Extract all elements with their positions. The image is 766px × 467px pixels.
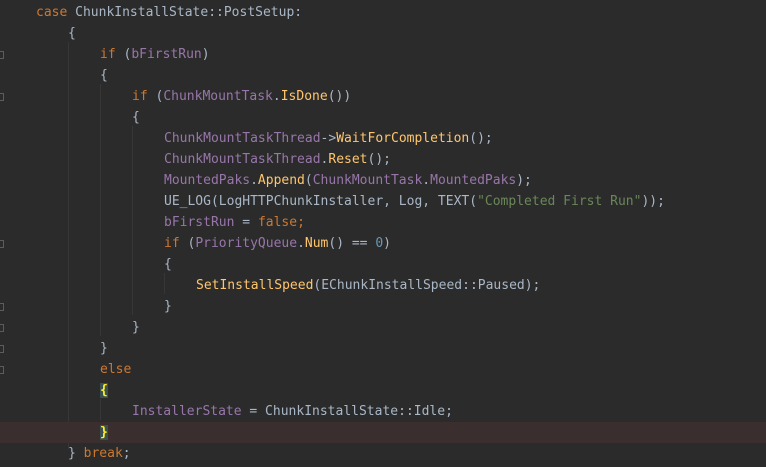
code-text: } [68, 446, 84, 461]
number-token: 0 [375, 236, 384, 251]
code-text: } [164, 299, 172, 314]
current-code-line[interactable]: } [0, 422, 766, 443]
code-text: . [297, 236, 305, 251]
code-text: = ChunkInstallState::Idle; [241, 404, 453, 419]
code-line[interactable]: } [0, 338, 766, 359]
code-text: ( [304, 173, 313, 188]
code-text: ); [516, 173, 532, 188]
code-line[interactable]: { [0, 23, 766, 44]
keyword-token: case [36, 5, 68, 20]
code-text: ( [179, 236, 196, 251]
code-line[interactable]: { [0, 254, 766, 275]
code-text: ( [147, 89, 164, 104]
code-line[interactable]: } break; [0, 443, 766, 464]
code-text: ; [122, 446, 131, 461]
code-line[interactable]: bFirstRun = false; [0, 212, 766, 233]
code-line[interactable]: InstallerState = ChunkInstallState::Idle… [0, 401, 766, 422]
code-text: ()) [327, 89, 352, 104]
member-token: ChunkMountTaskThread [164, 152, 321, 167]
code-line[interactable]: else [0, 359, 766, 380]
member-token: ChunkMountTaskThread [164, 131, 321, 146]
string-token: "Completed First Run" [477, 194, 642, 209]
code-text: (); [367, 152, 391, 167]
code-line[interactable]: { [0, 380, 766, 401]
member-token: ChunkMountTask [163, 89, 273, 104]
function-token: Append [257, 173, 305, 188]
function-token: Reset [328, 152, 368, 167]
code-line[interactable]: ChunkMountTaskThread.Reset(); [0, 149, 766, 170]
code-line[interactable]: if (PriorityQueue.Num() == 0) [0, 233, 766, 254]
code-text: ) [383, 236, 391, 251]
code-text: )); [641, 194, 665, 209]
code-text: UE_LOG(LogHTTPChunkInstaller, Log, TEXT( [164, 194, 478, 209]
code-text: ) [201, 47, 210, 62]
function-token: SetInstallSpeed [196, 278, 314, 293]
code-text: -> [320, 131, 337, 146]
member-token: bFirstRun [131, 47, 202, 62]
code-text: { [132, 110, 140, 125]
code-text: ( [115, 47, 132, 62]
code-text: } [132, 320, 140, 335]
code-text: = [234, 215, 258, 230]
code-line[interactable]: ChunkMountTaskThread->WaitForCompletion(… [0, 128, 766, 149]
member-token: bFirstRun [164, 215, 235, 230]
code-line[interactable]: } [0, 317, 766, 338]
code-line[interactable]: MountedPaks.Append(ChunkMountTask.Mounte… [0, 170, 766, 191]
member-token: PriorityQueue [195, 236, 298, 251]
code-line[interactable]: UE_LOG(LogHTTPChunkInstaller, Log, TEXT(… [0, 191, 766, 212]
code-text: (); [469, 131, 493, 146]
matched-brace: } [100, 425, 108, 440]
code-text: (EChunkInstallSpeed::Paused); [313, 278, 541, 293]
code-text: . [250, 173, 258, 188]
code-text: . [272, 89, 281, 104]
matched-brace: { [100, 383, 108, 398]
keyword-token: false [257, 215, 298, 230]
function-token: Num [304, 236, 329, 251]
code-line[interactable]: SetInstallSpeed(EChunkInstallSpeed::Paus… [0, 275, 766, 296]
code-text: ; [297, 215, 305, 230]
keyword-token: if [164, 236, 180, 251]
code-text: } [100, 341, 108, 356]
code-editor[interactable]: case ChunkInstallState::PostSetup: { if … [0, 0, 766, 467]
code-line[interactable]: if (bFirstRun) [0, 44, 766, 65]
code-line[interactable]: case ChunkInstallState::PostSetup: [0, 2, 766, 23]
function-token: WaitForCompletion [336, 131, 470, 146]
code-text: { [164, 257, 172, 272]
member-token: InstallerState [132, 404, 242, 419]
code-text: { [68, 26, 76, 41]
code-text: ChunkInstallState::PostSetup: [67, 5, 303, 20]
member-token: MountedPaks [164, 173, 251, 188]
code-line[interactable]: if (ChunkMountTask.IsDone()) [0, 86, 766, 107]
code-line[interactable]: } [0, 296, 766, 317]
keyword-token: if [100, 47, 116, 62]
keyword-token: else [100, 362, 132, 377]
code-line[interactable]: { [0, 65, 766, 86]
keyword-token: if [132, 89, 148, 104]
member-token: MountedPaks [430, 173, 517, 188]
code-text: . [422, 173, 431, 188]
code-text: { [100, 68, 108, 83]
function-token: IsDone [280, 89, 328, 104]
code-line[interactable]: { [0, 107, 766, 128]
keyword-token: break [83, 446, 123, 461]
member-token: ChunkMountTask [312, 173, 423, 188]
code-text: () == [328, 236, 376, 251]
